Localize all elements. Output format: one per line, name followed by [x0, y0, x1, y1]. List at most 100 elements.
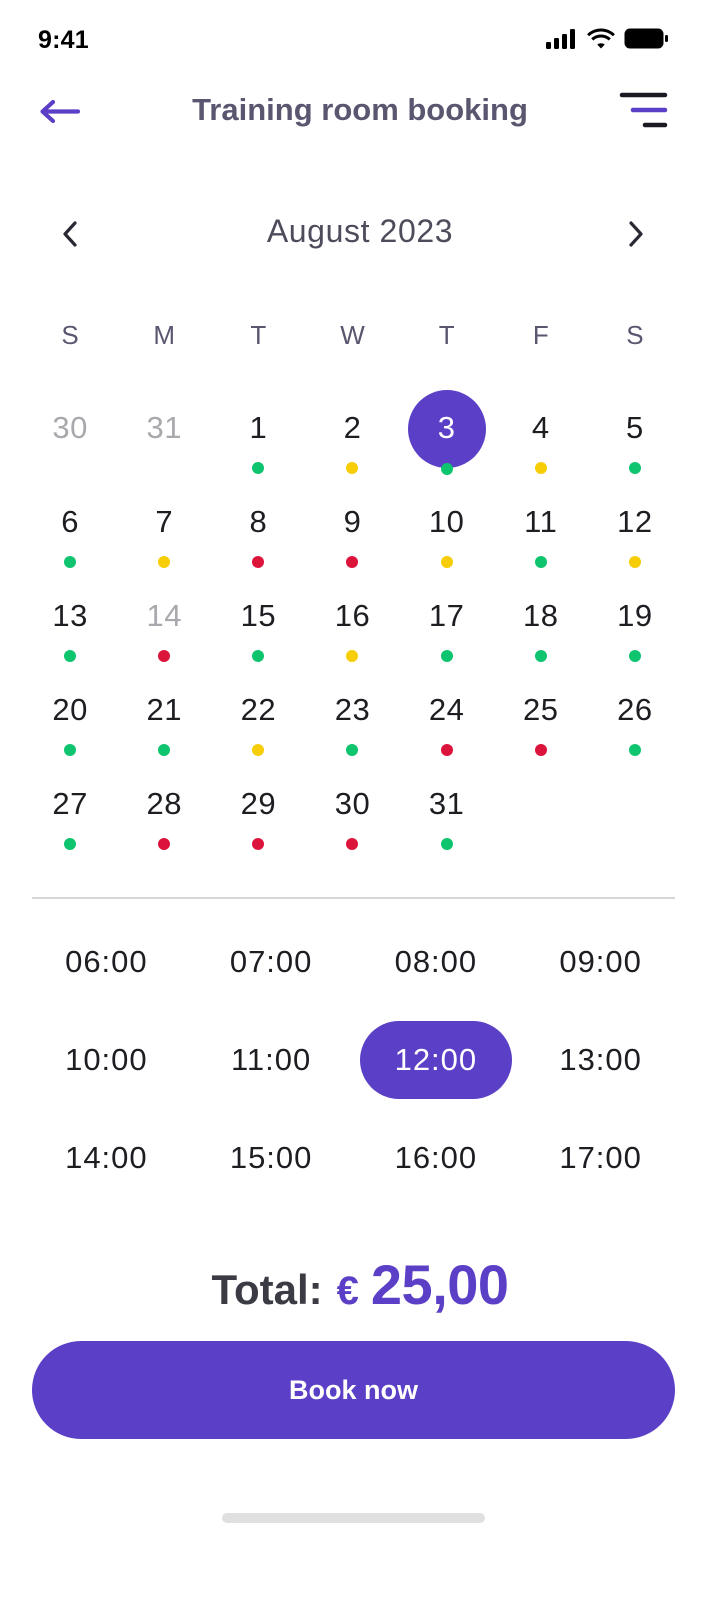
- total-amount: 25,00: [370, 1253, 509, 1316]
- day-number: 11: [524, 504, 558, 539]
- total-price: Total: € 25,00: [0, 1252, 720, 1317]
- weekday-label: M: [153, 320, 176, 350]
- availability-dot-available: [64, 650, 77, 662]
- time-slot-selected[interactable]: 12:00: [354, 1021, 519, 1119]
- weekday-label: T: [438, 320, 455, 350]
- time-slot-label: 16:00: [394, 1140, 478, 1175]
- weekday-label: T: [250, 320, 267, 350]
- calendar-grid: 30 31 1 2 3 4 5 6 7 8 9 10 11 12 13 14 15 16 17 18 19 20 21 22 2…: [23, 382, 682, 852]
- calendar-day[interactable]: 9: [305, 476, 399, 570]
- next-month-button[interactable]: [618, 214, 654, 254]
- day-number: 4: [531, 410, 550, 445]
- time-slot[interactable]: 07:00: [189, 923, 354, 1021]
- time-slot[interactable]: 09:00: [518, 923, 683, 1021]
- book-now-button[interactable]: Book now: [32, 1341, 675, 1439]
- calendar-day-selected[interactable]: 3: [400, 382, 494, 476]
- time-slot[interactable]: 08:00: [354, 923, 519, 1021]
- day-number: 17: [428, 598, 465, 633]
- calendar-day[interactable]: 6: [23, 476, 117, 570]
- weekday-header-row: S M T W T F S: [23, 320, 682, 354]
- calendar-day[interactable]: 28: [117, 758, 211, 852]
- time-slot-label: 10:00: [65, 1042, 148, 1077]
- calendar-day[interactable]: 7: [117, 476, 211, 570]
- calendar-day[interactable]: 4: [494, 382, 588, 476]
- filter-button[interactable]: [618, 92, 670, 132]
- availability-dot-available: [440, 838, 453, 850]
- calendar-day[interactable]: 21: [117, 664, 211, 758]
- weekday-label: F: [532, 320, 549, 350]
- calendar-day[interactable]: 23: [305, 664, 399, 758]
- availability-dot-limited: [252, 744, 265, 756]
- availability-dot-available: [440, 650, 453, 662]
- calendar-day[interactable]: 26: [588, 664, 682, 758]
- calendar-day[interactable]: 10: [400, 476, 494, 570]
- time-slot-label: 17:00: [559, 1140, 642, 1175]
- calendar-day[interactable]: 1: [211, 382, 305, 476]
- page-title: Training room booking: [192, 92, 528, 127]
- calendar-day[interactable]: 5: [588, 382, 682, 476]
- calendar-day[interactable]: 2: [305, 382, 399, 476]
- availability-dot-limited: [628, 556, 641, 568]
- weekday-label: S: [61, 320, 79, 350]
- time-slot[interactable]: 17:00: [518, 1119, 683, 1217]
- time-slot[interactable]: 13:00: [518, 1021, 683, 1119]
- calendar-day[interactable]: 30: [305, 758, 399, 852]
- filter-lines-icon: [619, 92, 668, 128]
- wifi-icon: [587, 28, 615, 49]
- time-slot[interactable]: 16:00: [354, 1119, 519, 1217]
- availability-dot-available: [158, 744, 171, 756]
- calendar-day[interactable]: 31: [400, 758, 494, 852]
- calendar-day[interactable]: 15: [211, 570, 305, 664]
- signal-icon: [546, 28, 575, 49]
- calendar-day[interactable]: 11: [494, 476, 588, 570]
- time-slot[interactable]: 06:00: [24, 923, 189, 1021]
- time-slot[interactable]: 14:00: [24, 1119, 189, 1217]
- time-slot-label: 11:00: [230, 1042, 312, 1077]
- availability-dot-available: [346, 744, 359, 756]
- calendar-day[interactable]: 19: [588, 570, 682, 664]
- day-number: 13: [52, 598, 88, 633]
- availability-dot-available: [252, 462, 265, 474]
- booking-screen: 9:41 Training room booking August 2023 S…: [0, 0, 720, 1600]
- day-number: 29: [240, 786, 277, 821]
- time-slot[interactable]: 15:00: [189, 1119, 354, 1217]
- month-label: August 2023: [266, 213, 454, 249]
- time-slot-label: 15:00: [229, 1140, 313, 1175]
- calendar-day[interactable]: 20: [23, 664, 117, 758]
- calendar-day[interactable]: 16: [305, 570, 399, 664]
- day-number: 30: [334, 786, 371, 821]
- time-slot[interactable]: 11:00: [189, 1021, 354, 1119]
- calendar-day[interactable]: 22: [211, 664, 305, 758]
- availability-dot-full: [534, 744, 547, 756]
- availability-dot-available: [534, 650, 547, 662]
- calendar-day[interactable]: 14: [117, 570, 211, 664]
- availability-dot-limited: [534, 462, 547, 474]
- day-number: 3: [437, 410, 456, 445]
- availability-dot-full: [158, 650, 171, 662]
- calendar-day[interactable]: 17: [400, 570, 494, 664]
- calendar-day[interactable]: 8: [211, 476, 305, 570]
- calendar-day[interactable]: 29: [211, 758, 305, 852]
- calendar-day[interactable]: 31: [117, 382, 211, 476]
- availability-dot-full: [440, 744, 453, 756]
- availability-dot-available: [440, 463, 453, 475]
- time-slot-label: 09:00: [559, 944, 642, 979]
- calendar-day[interactable]: 24: [400, 664, 494, 758]
- day-number: 21: [146, 692, 182, 727]
- day-number: 10: [428, 504, 465, 539]
- calendar-day[interactable]: 25: [494, 664, 588, 758]
- time-slot-label: 14:00: [65, 1140, 148, 1175]
- time-slot[interactable]: 10:00: [24, 1021, 189, 1119]
- calendar-day[interactable]: 13: [23, 570, 117, 664]
- availability-dot-limited: [158, 556, 171, 568]
- availability-dot-limited: [346, 650, 359, 662]
- battery-icon: [624, 28, 668, 49]
- day-number: 27: [52, 786, 88, 821]
- calendar-day[interactable]: 12: [588, 476, 682, 570]
- calendar-day[interactable]: 30: [23, 382, 117, 476]
- calendar-day[interactable]: 18: [494, 570, 588, 664]
- calendar-day[interactable]: 27: [23, 758, 117, 852]
- availability-dot-full: [346, 556, 359, 568]
- day-number: 18: [523, 598, 559, 633]
- day-number: 2: [343, 410, 362, 445]
